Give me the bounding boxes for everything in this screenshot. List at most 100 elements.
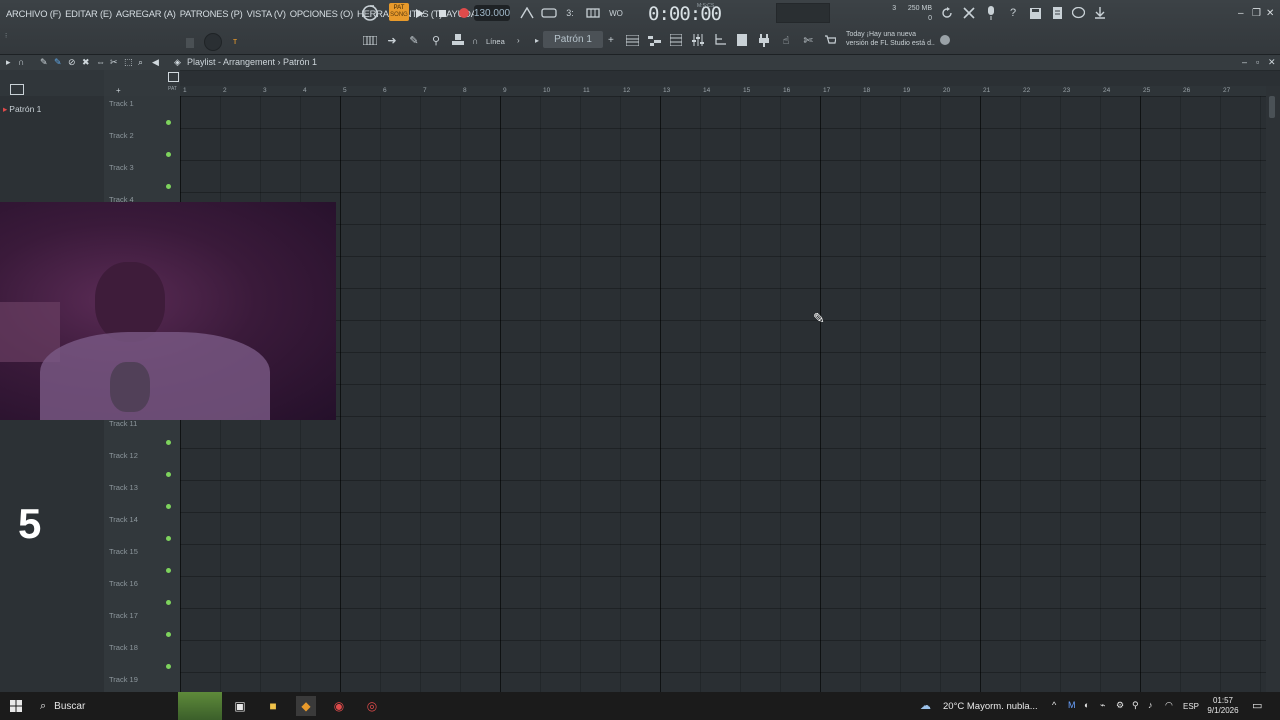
record-icon[interactable] bbox=[457, 6, 471, 20]
track-header[interactable]: Track 3 bbox=[104, 160, 180, 193]
recording-app-icon[interactable]: ◉ bbox=[329, 696, 349, 716]
track-header[interactable]: Track 15 bbox=[104, 544, 180, 577]
chrome-icon[interactable]: ◎ bbox=[362, 696, 382, 716]
save-icon[interactable] bbox=[1028, 6, 1042, 20]
piano-keyboard-icon[interactable] bbox=[362, 33, 378, 47]
delete-tool-icon[interactable]: ⊘ bbox=[68, 57, 76, 68]
blend-notes-icon[interactable]: WO bbox=[607, 6, 625, 20]
weather-text[interactable]: 20°C Mayorm. nubla... bbox=[943, 701, 1038, 712]
language-indicator[interactable]: ESP bbox=[1183, 702, 1199, 711]
link-icon[interactable]: ⚲ bbox=[429, 33, 443, 47]
track-header[interactable]: Track 16 bbox=[104, 576, 180, 609]
slip-tool-icon[interactable]: ⇔ bbox=[96, 57, 105, 67]
magnet-snap-icon[interactable]: ∩ bbox=[18, 57, 24, 67]
playlist-close-icon[interactable]: ✕ bbox=[1268, 57, 1276, 68]
draw-tool-icon[interactable]: ✎ bbox=[40, 57, 48, 68]
minimize-icon[interactable]: – bbox=[1238, 8, 1244, 19]
menu-agregar[interactable]: AGREGAR (A) bbox=[114, 8, 178, 19]
menu-patrones[interactable]: PATRONES (P) bbox=[178, 8, 245, 19]
playlist-grid[interactable] bbox=[180, 96, 1266, 692]
channel-rack-icon[interactable] bbox=[668, 33, 684, 47]
vertical-scrollbar[interactable] bbox=[1266, 86, 1280, 692]
audio-editor-icon[interactable]: ✄ bbox=[800, 33, 816, 47]
help-icon[interactable]: ? bbox=[1006, 6, 1020, 20]
mute-tool-icon[interactable]: ✖ bbox=[82, 57, 90, 68]
refresh-icon[interactable] bbox=[940, 6, 954, 20]
pattern-play-icon[interactable]: ▸ bbox=[535, 36, 539, 45]
taskbar-search[interactable]: ⌕ Buscar bbox=[34, 692, 174, 720]
mixer-tools-icon[interactable] bbox=[962, 6, 976, 20]
mixer-icon[interactable] bbox=[690, 33, 706, 47]
countdown-icon[interactable]: 3: bbox=[563, 6, 577, 20]
playlist-scroll-icon[interactable]: ◈ bbox=[174, 57, 181, 68]
step-edit-icon[interactable] bbox=[585, 6, 601, 20]
track-enable-led[interactable] bbox=[166, 504, 171, 509]
snap-selector[interactable]: Línea bbox=[486, 37, 505, 46]
download-icon[interactable] bbox=[1093, 6, 1107, 20]
playlist-minimize-icon[interactable]: – bbox=[1242, 57, 1247, 67]
menu-vista[interactable]: VISTA (V) bbox=[245, 8, 288, 19]
pat-song-toggle[interactable]: PAT SONG bbox=[389, 3, 409, 21]
restore-icon[interactable]: ❐ bbox=[1252, 8, 1261, 19]
news-ticker[interactable]: Today ¡Hay una nueva versión de FL Studi… bbox=[846, 30, 935, 48]
track-header[interactable]: Track 1 bbox=[104, 96, 180, 129]
taskbar-clock[interactable]: 01:57 9/1/2026 bbox=[1206, 696, 1240, 716]
track-header[interactable]: Track 2 bbox=[104, 128, 180, 161]
track-enable-led[interactable] bbox=[166, 536, 171, 541]
track-header[interactable]: Track 14 bbox=[104, 512, 180, 545]
metronome-icon[interactable] bbox=[520, 6, 534, 20]
add-pattern-icon[interactable]: + bbox=[608, 35, 614, 46]
playlist-icon[interactable] bbox=[624, 33, 640, 47]
cart-icon[interactable] bbox=[822, 33, 838, 47]
project-notes-icon[interactable] bbox=[734, 33, 750, 47]
playlist-maximize-icon[interactable]: ▫ bbox=[1256, 57, 1259, 67]
close-icon[interactable]: ✕ bbox=[1266, 8, 1274, 19]
globe-icon[interactable] bbox=[940, 35, 950, 45]
search-highlight-image[interactable] bbox=[178, 692, 222, 720]
tray-steam-icon[interactable]: ◐ bbox=[1084, 700, 1089, 710]
waveform-monitor[interactable] bbox=[776, 3, 830, 23]
task-view-icon[interactable]: ▣ bbox=[230, 696, 250, 716]
browser-tree-icon[interactable] bbox=[712, 33, 728, 47]
slice-tool-icon[interactable]: ✂ bbox=[110, 57, 118, 68]
tray-expand-icon[interactable]: ^ bbox=[1052, 700, 1056, 710]
touch-controller-icon[interactable]: ☝ bbox=[778, 33, 794, 47]
fl-studio-icon[interactable]: ◆ bbox=[296, 696, 316, 716]
master-pitch-knob[interactable] bbox=[204, 33, 222, 51]
tray-usb-icon[interactable]: ⌁ bbox=[1100, 700, 1105, 711]
paint-tool-icon[interactable]: ✎ bbox=[54, 57, 62, 68]
track-header[interactable]: Track 11 bbox=[104, 416, 180, 449]
menu-archivo[interactable]: ARCHIVO (F) bbox=[4, 8, 63, 19]
zoom-tool-icon[interactable]: ⌕ bbox=[138, 57, 143, 68]
scroll-thumb[interactable] bbox=[1269, 96, 1275, 118]
tempo-display[interactable]: 130.000 bbox=[474, 5, 510, 21]
track-enable-led[interactable] bbox=[166, 600, 171, 605]
playback-tool-icon[interactable]: ◀ bbox=[152, 57, 159, 68]
track-enable-led[interactable] bbox=[166, 152, 171, 157]
track-header[interactable]: Track 12 bbox=[104, 448, 180, 481]
plugin-icon[interactable] bbox=[756, 33, 772, 47]
pattern-list-item[interactable]: ▸ Patrón 1 bbox=[3, 104, 41, 115]
track-header[interactable]: Track 18 bbox=[104, 640, 180, 673]
piano-roll-icon[interactable] bbox=[646, 33, 662, 47]
microphone-icon[interactable] bbox=[984, 6, 998, 20]
menu-opciones[interactable]: OPCIONES (O) bbox=[288, 8, 355, 19]
picker-keyboard-icon[interactable] bbox=[10, 84, 24, 95]
network-icon[interactable]: ◠ bbox=[1165, 700, 1173, 711]
pencil-icon[interactable]: ✎ bbox=[407, 33, 421, 47]
render-icon[interactable] bbox=[1050, 6, 1064, 20]
wait-input-icon[interactable] bbox=[541, 6, 557, 20]
chat-icon[interactable] bbox=[1071, 6, 1085, 20]
track-enable-led[interactable] bbox=[166, 184, 171, 189]
track-enable-led[interactable] bbox=[166, 440, 171, 445]
track-enable-led[interactable] bbox=[166, 568, 171, 573]
select-tool-icon[interactable]: ⬚ bbox=[124, 57, 133, 68]
playlist-menu-arrow-icon[interactable]: ▸ bbox=[6, 57, 11, 68]
menu-editar[interactable]: EDITAR (E) bbox=[63, 8, 114, 19]
arrow-right-icon[interactable]: ➜ bbox=[385, 33, 399, 47]
track-keyboard-icon[interactable] bbox=[168, 72, 179, 82]
notification-icon[interactable]: ▭ bbox=[1252, 699, 1262, 712]
track-enable-led[interactable] bbox=[166, 472, 171, 477]
stop-icon[interactable] bbox=[436, 6, 448, 20]
play-icon[interactable] bbox=[414, 6, 426, 20]
